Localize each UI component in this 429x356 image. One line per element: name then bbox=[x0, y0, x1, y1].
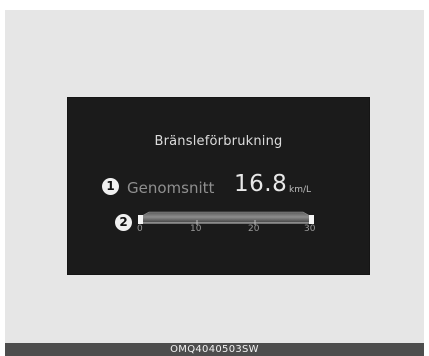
average-label: Genomsnitt bbox=[127, 179, 215, 197]
figure-panel: Bränsleförbrukning 1 Genomsnitt 16.8 km/… bbox=[5, 10, 424, 343]
callout-marker-2: 2 bbox=[115, 214, 132, 231]
figure-caption: OMQ4040503SW bbox=[5, 343, 424, 356]
scale-tick-30: 30 bbox=[304, 224, 316, 234]
cluster-display: Bränsleförbrukning 1 Genomsnitt 16.8 km/… bbox=[67, 97, 370, 275]
average-unit: km/L bbox=[289, 185, 312, 195]
callout-marker-1: 1 bbox=[102, 178, 119, 195]
average-value: 16.8 bbox=[234, 171, 288, 197]
fuel-economy-bar bbox=[138, 211, 314, 225]
display-title: Bränsleförbrukning bbox=[154, 134, 283, 149]
scale-tick-10: 10 bbox=[190, 224, 202, 234]
scale-tick-0: 0 bbox=[137, 224, 143, 234]
scale-tick-20: 20 bbox=[248, 224, 260, 234]
